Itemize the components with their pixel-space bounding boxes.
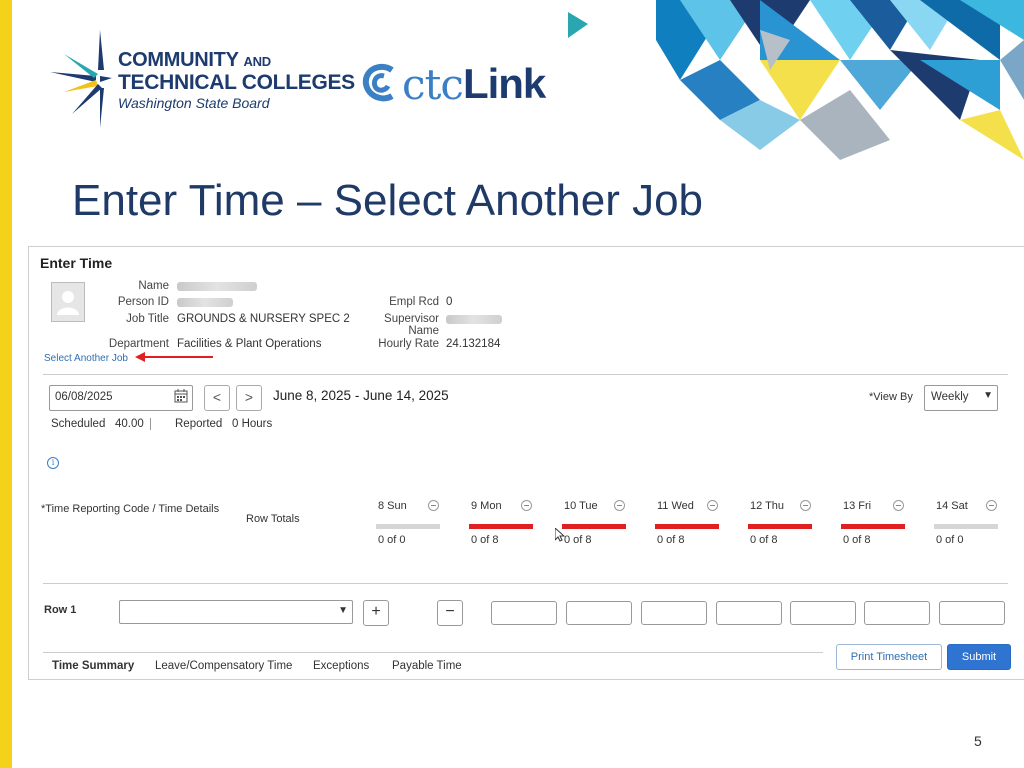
supervisor-value-redacted bbox=[446, 315, 502, 324]
calendar-icon[interactable] bbox=[174, 389, 188, 403]
empl-rcd-value: 0 bbox=[446, 296, 453, 308]
day-status-bar bbox=[376, 524, 440, 529]
department-label: Department bbox=[108, 338, 169, 350]
ctclink-logo: ctc Link bbox=[362, 56, 546, 112]
next-week-button[interactable]: > bbox=[236, 385, 262, 411]
reported-label: Reported bbox=[175, 418, 223, 430]
scheduled-label: Scheduled bbox=[51, 418, 106, 430]
collapse-icon[interactable] bbox=[707, 500, 718, 511]
sbctc-wordmark: COMMUNITY AND TECHNICAL COLLEGES Washing… bbox=[118, 49, 355, 111]
trc-label: *Time Reporting Code / Time Details bbox=[41, 503, 220, 515]
day-status-bar bbox=[562, 524, 626, 529]
red-arrow-icon bbox=[135, 352, 213, 362]
view-by-label: *View By bbox=[869, 391, 913, 403]
supervisor-label-line2: Name bbox=[408, 325, 439, 337]
name-label: Name bbox=[138, 280, 169, 292]
tab-leave-compensatory-time[interactable]: Leave/Compensatory Time bbox=[155, 660, 292, 672]
info-icon[interactable]: i bbox=[47, 457, 59, 469]
add-row-button[interactable]: + bbox=[363, 600, 389, 626]
reported-value: 0 Hours bbox=[232, 418, 273, 430]
job-title-label: Job Title bbox=[126, 313, 169, 325]
print-timesheet-button[interactable]: Print Timesheet bbox=[836, 644, 942, 670]
empl-rcd-label: Empl Rcd bbox=[389, 296, 439, 308]
divider bbox=[43, 652, 823, 653]
collapse-icon[interactable] bbox=[428, 500, 439, 511]
star-logo-icon bbox=[50, 30, 112, 128]
day-status-bar bbox=[655, 524, 719, 529]
view-by-select[interactable]: Weekly ▼ bbox=[924, 385, 998, 411]
row-1-label: Row 1 bbox=[44, 604, 77, 616]
collapse-icon[interactable] bbox=[521, 500, 532, 511]
page-heading: Enter Time bbox=[40, 255, 113, 271]
collapse-icon[interactable] bbox=[986, 500, 997, 511]
delete-row-button[interactable]: − bbox=[437, 600, 463, 626]
previous-week-button[interactable]: < bbox=[204, 385, 230, 411]
person-id-value-redacted bbox=[177, 298, 233, 307]
collapse-icon[interactable] bbox=[800, 500, 811, 511]
decorative-triangles bbox=[568, 0, 1024, 160]
day-status-bar bbox=[469, 524, 533, 529]
page-number: 5 bbox=[974, 733, 982, 749]
person-id-label: Person ID bbox=[117, 296, 169, 308]
row-totals-label: Row Totals bbox=[246, 513, 300, 525]
divider bbox=[43, 583, 1008, 584]
tab-time-summary[interactable]: Time Summary bbox=[52, 660, 134, 672]
chevron-down-icon: ▼ bbox=[983, 390, 993, 401]
day-status-bar bbox=[748, 524, 812, 529]
supervisor-label: Supervisor bbox=[384, 313, 439, 325]
slide-title: Enter Time – Select Another Job bbox=[72, 176, 704, 225]
collapse-icon[interactable] bbox=[893, 500, 904, 511]
divider bbox=[150, 418, 151, 430]
select-another-job-link[interactable]: Select Another Job bbox=[44, 353, 128, 364]
mouse-cursor-icon bbox=[555, 528, 565, 542]
scheduled-value: 40.00 bbox=[115, 418, 144, 430]
time-reporting-code-select[interactable]: ▼ bbox=[119, 600, 353, 624]
name-value-redacted bbox=[177, 282, 257, 291]
hourly-rate-label: Hourly Rate bbox=[378, 338, 439, 350]
hours-input-sun[interactable] bbox=[491, 601, 557, 625]
hours-input-wed[interactable] bbox=[716, 601, 782, 625]
hours-input-tue[interactable] bbox=[641, 601, 707, 625]
submit-button[interactable]: Submit bbox=[947, 644, 1011, 670]
hours-input-thu[interactable] bbox=[790, 601, 856, 625]
avatar bbox=[51, 282, 85, 322]
hours-input-sat[interactable] bbox=[939, 601, 1005, 625]
date-range: June 8, 2025 - June 14, 2025 bbox=[273, 388, 449, 403]
day-status-bar bbox=[841, 524, 905, 529]
hours-input-mon[interactable] bbox=[566, 601, 632, 625]
chevron-down-icon: ▼ bbox=[338, 605, 348, 616]
tab-payable-time[interactable]: Payable Time bbox=[392, 660, 462, 672]
hours-input-fri[interactable] bbox=[864, 601, 930, 625]
hourly-rate-value: 24.132184 bbox=[446, 338, 501, 350]
tab-exceptions[interactable]: Exceptions bbox=[313, 660, 369, 672]
job-title-value: GROUNDS & NURSERY SPEC 2 bbox=[177, 313, 350, 325]
user-silhouette-icon bbox=[57, 291, 79, 315]
accent-bar bbox=[0, 0, 12, 768]
department-value: Facilities & Plant Operations bbox=[177, 338, 322, 350]
date-input[interactable]: 06/08/2025 bbox=[49, 385, 193, 411]
divider bbox=[43, 374, 1008, 375]
enter-time-screenshot: Enter Time Name Person ID Job Title GROU… bbox=[28, 246, 1024, 680]
collapse-icon[interactable] bbox=[614, 500, 625, 511]
ctclink-swirl-icon bbox=[362, 63, 394, 102]
day-status-bar bbox=[934, 524, 998, 529]
